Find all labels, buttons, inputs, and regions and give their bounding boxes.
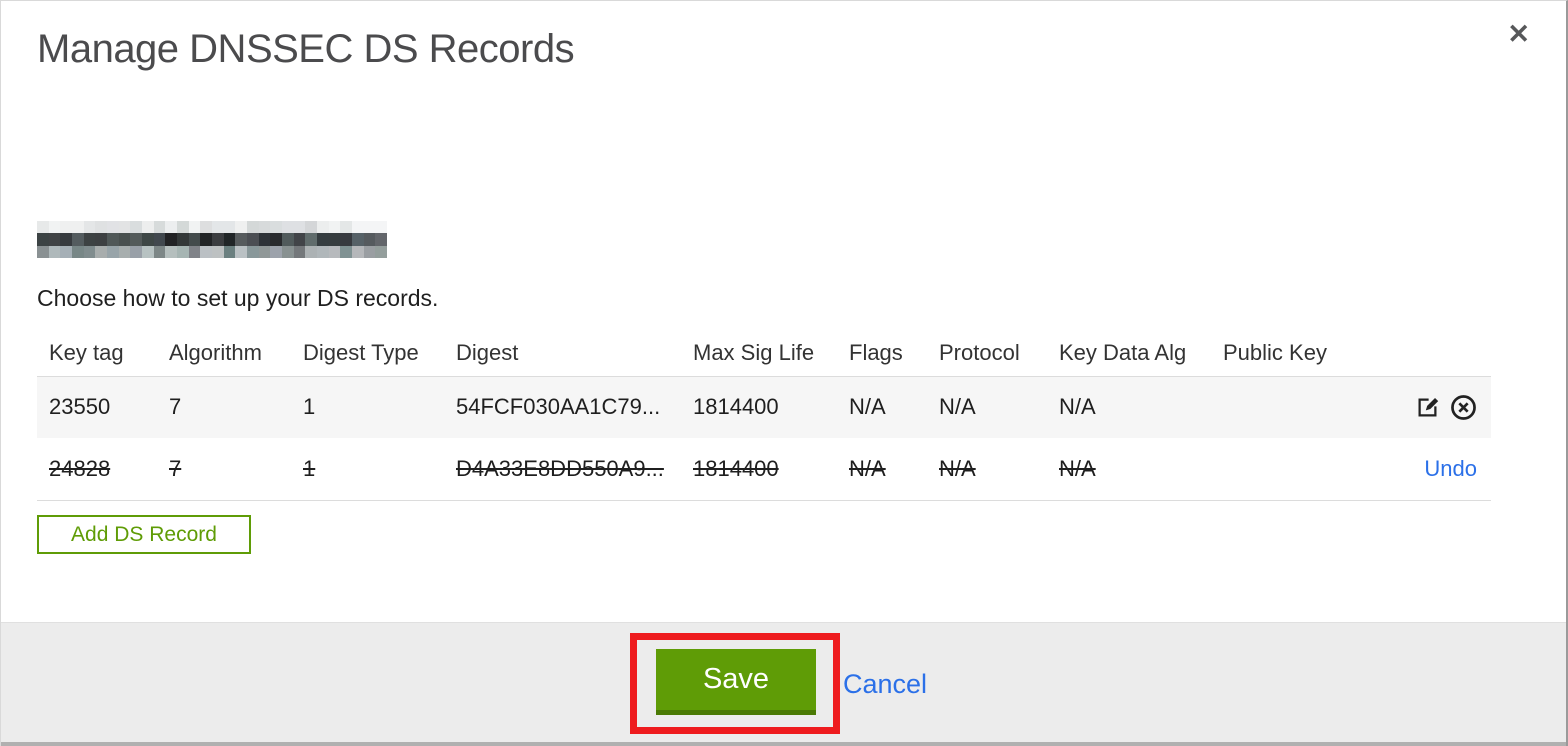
cancel-link[interactable]: Cancel — [843, 669, 927, 700]
cell-key-data-alg: N/A — [1059, 394, 1096, 420]
cell-key-tag: 23550 — [49, 394, 111, 420]
column-header-key-tag: Key tag — [37, 331, 157, 377]
cell-actions — [1351, 376, 1491, 438]
cell-actions: Undo — [1351, 438, 1491, 500]
domain-name-redacted — [37, 221, 387, 258]
cell-public-key — [1211, 376, 1351, 438]
column-header-protocol: Protocol — [927, 331, 1047, 377]
table-row-active: 23550 7 1 54FCF030AA1C79... 1814400 N/A … — [37, 376, 1491, 438]
window-bottom-edge — [1, 742, 1566, 746]
cell-digest-type: 1 — [303, 455, 316, 481]
ds-records-table: Key tag Algorithm Digest Type Digest Max… — [37, 331, 1491, 501]
modal-title: Manage DNSSEC DS Records — [37, 27, 575, 71]
column-header-digest: Digest — [444, 331, 681, 377]
cell-key-data-alg: N/A — [1059, 455, 1096, 481]
cell-digest-type: 1 — [303, 394, 316, 420]
cell-flags: N/A — [849, 455, 886, 481]
delete-record-button[interactable] — [1450, 394, 1477, 421]
edit-icon — [1418, 398, 1439, 417]
cell-digest: D4A33E8DD550A9... — [456, 455, 664, 481]
cell-algorithm: 7 — [169, 455, 182, 481]
cell-digest: 54FCF030AA1C79... — [456, 394, 661, 420]
close-icon[interactable]: ✕ — [1507, 21, 1530, 48]
column-header-algorithm: Algorithm — [157, 331, 291, 377]
save-button[interactable]: Save — [656, 649, 816, 715]
modal-footer: Save Cancel — [1, 622, 1566, 746]
circle-x-icon — [1451, 395, 1476, 420]
edit-record-button[interactable] — [1414, 394, 1441, 421]
column-header-max-sig-life: Max Sig Life — [681, 331, 837, 377]
cell-max-sig-life: 1814400 — [693, 455, 779, 481]
instruction-text: Choose how to set up your DS records. — [37, 285, 439, 311]
column-header-digest-type: Digest Type — [291, 331, 444, 377]
column-header-flags: Flags — [837, 331, 927, 377]
cell-protocol: N/A — [939, 455, 976, 481]
column-header-key-data-alg: Key Data Alg — [1047, 331, 1211, 377]
cell-public-key — [1211, 438, 1351, 500]
cell-protocol: N/A — [939, 394, 976, 420]
table-row-deleted: 24828 7 1 D4A33E8DD550A9... 1814400 N/A … — [37, 438, 1491, 500]
cell-key-tag: 24828 — [49, 455, 111, 481]
column-header-actions — [1351, 331, 1491, 377]
cell-max-sig-life: 1814400 — [693, 394, 779, 420]
column-header-public-key: Public Key — [1211, 331, 1351, 377]
cell-flags: N/A — [849, 394, 886, 420]
cell-algorithm: 7 — [169, 394, 182, 420]
add-ds-record-button[interactable]: Add DS Record — [37, 515, 251, 554]
undo-link[interactable]: Undo — [1424, 456, 1477, 481]
table-header-row: Key tag Algorithm Digest Type Digest Max… — [37, 331, 1491, 377]
dnssec-modal: Manage DNSSEC DS Records ✕ Choose how to… — [0, 0, 1568, 746]
